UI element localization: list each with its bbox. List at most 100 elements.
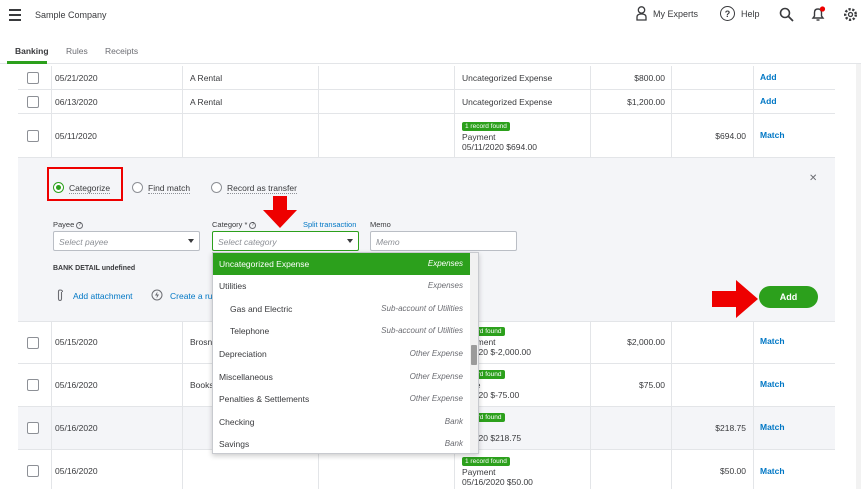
row-description: Books [190, 380, 214, 390]
row-description: A Rental [190, 73, 223, 83]
match-detail: 05/11/2020 $694.00 [462, 142, 537, 152]
transfer-label[interactable]: Record as transfer [227, 183, 297, 194]
row-category: Uncategorized Expense [462, 97, 553, 107]
category-option[interactable]: Penalties & Settlements Other Expense [213, 388, 471, 410]
help-button[interactable]: ? Help [720, 6, 760, 21]
create-rule-link[interactable]: Create a ru [170, 291, 213, 301]
category-option[interactable]: Depreciation Other Expense [213, 343, 471, 365]
option-name: Savings [219, 439, 250, 449]
memo-placeholder: Memo [376, 237, 400, 247]
help-icon[interactable]: ? [76, 222, 84, 229]
option-name: Uncategorized Expense [219, 259, 310, 269]
find-match-label[interactable]: Find match [148, 183, 191, 194]
active-tab-indicator [7, 61, 47, 64]
memo-input[interactable]: Memo [370, 231, 517, 251]
add-link[interactable]: Add [760, 72, 777, 82]
close-icon[interactable]: ✕ [809, 173, 817, 184]
down-arrow-annotation [263, 196, 297, 228]
split-transaction-link[interactable]: Split transaction [303, 220, 356, 229]
option-type: Other Expense [409, 394, 463, 403]
menu-icon[interactable] [9, 9, 21, 21]
match-link[interactable]: Match [760, 336, 785, 346]
record-found-badge: 1 record found [462, 122, 510, 131]
category-option[interactable]: Miscellaneous Other Expense [213, 366, 471, 388]
table-row[interactable]: 05/21/2020 A Rental Uncategorized Expens… [18, 66, 835, 90]
row-spent: $75.00 [639, 380, 665, 390]
row-date: 05/16/2020 [55, 423, 98, 433]
chevron-down-icon [347, 239, 353, 243]
category-option[interactable]: Utilities Expenses [213, 275, 471, 297]
page-scrollbar[interactable] [856, 64, 861, 489]
lightning-icon [151, 289, 163, 301]
top-bar: Sample Company My Experts ? Help [0, 0, 861, 34]
find-match-radio[interactable] [132, 182, 143, 193]
my-experts-button[interactable]: My Experts [636, 6, 698, 21]
option-type: Expenses [427, 281, 463, 290]
category-option[interactable]: Savings Bank [213, 433, 471, 453]
table-row[interactable]: 06/13/2020 A Rental Uncategorized Expens… [18, 90, 835, 114]
row-spent: $1,200.00 [627, 97, 665, 107]
match-link[interactable]: Match [760, 466, 785, 476]
bank-detail: BANK DETAIL undefined [53, 265, 136, 272]
match-detail: 05/16/2020 $50.00 [462, 477, 533, 487]
row-spent: $2,000.00 [627, 337, 665, 347]
person-icon [636, 6, 647, 21]
right-arrow-annotation [712, 280, 758, 318]
table-row[interactable]: 05/11/2020 1 record found Payment 05/11/… [18, 114, 835, 158]
gear-icon[interactable] [843, 7, 858, 22]
help-label: Help [741, 8, 760, 19]
row-description: A Rental [190, 97, 223, 107]
match-link[interactable]: Match [760, 422, 785, 432]
match-type: Payment [462, 132, 496, 142]
match-link[interactable]: Match [760, 379, 785, 389]
category-option[interactable]: Telephone Sub-account of Utilities [213, 320, 471, 342]
tab-receipts[interactable]: Receipts [105, 46, 138, 56]
notifications-icon[interactable] [811, 6, 826, 22]
paperclip-icon [57, 289, 64, 302]
option-name: Depreciation [219, 349, 267, 359]
transfer-radio[interactable] [211, 182, 222, 193]
option-type: Sub-account of Utilities [381, 326, 463, 335]
categorize-radio[interactable] [53, 182, 64, 193]
row-description: Brosn [190, 337, 213, 347]
add-attachment-link[interactable]: Add attachment [73, 291, 133, 301]
my-experts-label: My Experts [653, 8, 699, 19]
categorize-label[interactable]: Categorize [69, 183, 111, 194]
category-option[interactable]: Checking Bank [213, 411, 471, 433]
record-found-badge: 1 record found [462, 457, 510, 466]
memo-label: Memo [370, 220, 391, 229]
dropdown-scroll-thumb[interactable] [471, 345, 477, 365]
chevron-down-icon [188, 239, 194, 243]
category-label: Category * [212, 220, 248, 229]
category-option[interactable]: Uncategorized Expense Expenses [213, 253, 471, 275]
category-placeholder: Select category [218, 237, 277, 247]
table-row[interactable]: 05/16/2020 1 record found Payment 05/16/… [18, 450, 835, 489]
category-select[interactable]: Select category [212, 231, 359, 251]
payee-label-wrap: Payee? [53, 220, 84, 229]
row-received: $218.75 [715, 423, 746, 433]
category-dropdown[interactable]: Uncategorized Expense Expenses Utilities… [212, 252, 479, 454]
option-type: Other Expense [409, 349, 463, 358]
row-category: Uncategorized Expense [462, 73, 553, 83]
payee-placeholder: Select payee [59, 237, 109, 247]
option-name: Telephone [230, 326, 270, 336]
payee-select[interactable]: Select payee [53, 231, 200, 251]
add-button[interactable]: Add [759, 286, 818, 308]
category-option[interactable]: Gas and Electric Sub-account of Utilitie… [213, 298, 471, 320]
search-icon[interactable] [779, 7, 794, 22]
match-link[interactable]: Match [760, 130, 785, 140]
help-icon[interactable]: ? [249, 222, 257, 229]
tab-rules[interactable]: Rules [66, 46, 88, 56]
help-icon: ? [720, 6, 735, 21]
option-name: Miscellaneous [219, 372, 273, 382]
dropdown-scrollbar[interactable] [470, 253, 478, 453]
row-received: $694.00 [715, 131, 746, 141]
row-date: 06/13/2020 [55, 97, 98, 107]
row-date: 05/21/2020 [55, 73, 98, 83]
tab-banking[interactable]: Banking [15, 46, 49, 56]
payee-label: Payee [53, 220, 75, 229]
option-type: Bank [444, 417, 463, 426]
option-name: Checking [219, 417, 255, 427]
add-link[interactable]: Add [760, 96, 777, 106]
row-date: 05/11/2020 [55, 131, 97, 141]
